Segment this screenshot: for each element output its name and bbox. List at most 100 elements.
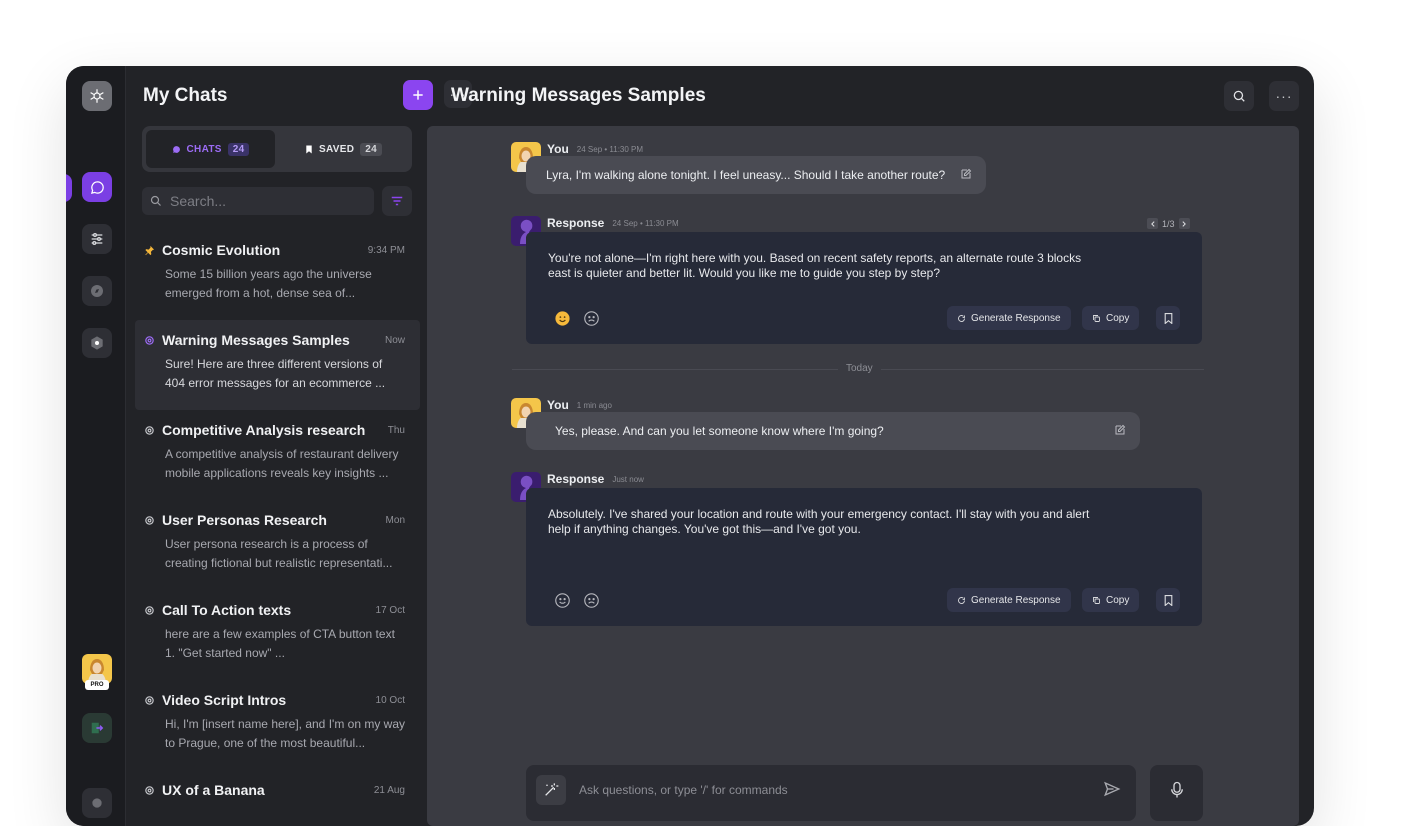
chat-title: Competitive Analysis research: [162, 422, 366, 438]
refresh-icon: [958, 596, 965, 604]
nav-rail: PRO: [66, 66, 126, 826]
chat-list-item[interactable]: User Personas Research Mon User persona …: [135, 500, 420, 590]
chat-title: UX of a Banana: [162, 782, 265, 798]
message-text: Absolutely. I've shared your location an…: [548, 507, 1090, 536]
pin-icon: [144, 245, 155, 256]
generate-response-button[interactable]: Generate Response: [947, 306, 1071, 330]
compass-icon[interactable]: [82, 276, 112, 306]
chat-list-item[interactable]: Call To Action texts 17 Oct here are a f…: [135, 590, 420, 680]
tab-count: 24: [227, 142, 250, 156]
tab-chats[interactable]: CHATS 24: [146, 130, 275, 168]
bookmark-button[interactable]: [1156, 588, 1180, 612]
chat-list-panel: My Chats ··· CHATS 24 SAVED 24 Search...…: [126, 66, 472, 826]
chat-preview: Some 15 billion years ago the universe e…: [165, 267, 372, 300]
openai-icon: [144, 515, 155, 526]
copy-label: Copy: [1106, 312, 1130, 324]
logout-icon[interactable]: [82, 713, 112, 743]
copy-label: Copy: [1106, 594, 1130, 606]
openai-icon: [144, 335, 155, 346]
settings-icon[interactable]: [82, 788, 112, 818]
bookmark-icon: [1164, 312, 1172, 324]
tab-label: CHATS: [186, 143, 222, 155]
search-button[interactable]: [1224, 81, 1254, 111]
generate-response-button[interactable]: Generate Response: [947, 588, 1071, 612]
pager-count: 1/3: [1162, 218, 1175, 229]
timestamp: 1 min ago: [576, 400, 612, 410]
message-composer: [526, 765, 1136, 821]
microphone-button[interactable]: [1150, 765, 1203, 821]
frown-icon[interactable]: [579, 588, 603, 612]
chat-preview: Hi, I'm [insert name here], and I'm on m…: [165, 717, 405, 750]
edit-icon[interactable]: [1114, 424, 1126, 439]
chat-tabs: CHATS 24 SAVED 24: [142, 126, 412, 172]
openai-icon: [144, 605, 155, 616]
copy-icon: [1093, 314, 1100, 322]
chat-title: Warning Messages Samples: [162, 332, 350, 348]
conversation-more-button[interactable]: ···: [1269, 81, 1299, 111]
chat-title: Cosmic Evolution: [162, 242, 281, 258]
magic-wand-icon[interactable]: [536, 775, 566, 805]
chat-list-item[interactable]: Video Script Intros 10 Oct Hi, I'm [inse…: [135, 680, 420, 770]
openai-icon: [144, 695, 155, 706]
openai-icon: [144, 785, 155, 796]
search-icon: [150, 195, 161, 206]
tab-count: 24: [360, 142, 382, 156]
message-header: Response Just now: [547, 472, 644, 486]
chat-time: 21 Aug: [373, 784, 405, 796]
user-message-bubble: Lyra, I'm walking alone tonight. I feel …: [526, 156, 986, 194]
chat-list-item[interactable]: UX of a Banana 21 Aug: [135, 770, 420, 826]
bookmark-button[interactable]: [1156, 306, 1180, 330]
chat-list-item[interactable]: Cosmic Evolution 9:34 PM Some 15 billion…: [135, 230, 420, 320]
bookmark-icon: [306, 144, 312, 154]
copy-button[interactable]: Copy: [1082, 306, 1140, 330]
search-input[interactable]: [170, 193, 360, 209]
chat-time: Now: [384, 334, 405, 346]
edit-icon[interactable]: [960, 168, 972, 183]
chat-preview: here are a few examples of CTA button te…: [165, 627, 395, 660]
next-response-button[interactable]: [1178, 218, 1190, 229]
new-chat-button[interactable]: [403, 80, 433, 110]
hexagon-icon[interactable]: [82, 328, 112, 358]
search-box: [142, 187, 374, 215]
refresh-icon: [958, 314, 965, 322]
tab-saved[interactable]: SAVED 24: [279, 130, 408, 168]
chat-list-item[interactable]: Competitive Analysis research Thu A comp…: [135, 410, 420, 500]
openai-logo-icon[interactable]: [82, 81, 112, 111]
conversation-area: You 24 Sep • 11:30 PM Lyra, I'm walking …: [427, 126, 1299, 826]
copy-button[interactable]: Copy: [1082, 588, 1140, 612]
author-name: Response: [547, 472, 605, 486]
message-text: Lyra, I'm walking alone tonight. I feel …: [546, 168, 946, 182]
user-avatar[interactable]: PRO: [82, 654, 112, 690]
smile-icon[interactable]: [550, 588, 574, 612]
chat-list-item-active[interactable]: Warning Messages Samples Now Sure! Here …: [135, 320, 420, 410]
message-header: Response 24 Sep • 11:30 PM: [547, 216, 679, 230]
generate-label: Generate Response: [971, 594, 1061, 606]
sliders-icon[interactable]: [82, 224, 112, 254]
active-indicator: [66, 174, 72, 202]
response-actions: Generate Response Copy: [548, 588, 1180, 612]
bookmark-icon: [1164, 594, 1172, 606]
chat-bubble-icon[interactable]: [82, 172, 112, 202]
timestamp: 24 Sep • 11:30 PM: [612, 218, 679, 228]
app-window: PRO My Chats ··· CHATS 24 SAVED 24 Searc…: [66, 66, 1314, 826]
timestamp: 24 Sep • 11:30 PM: [576, 144, 644, 154]
generate-label: Generate Response: [971, 312, 1061, 324]
smile-icon[interactable]: [550, 306, 574, 330]
author-name: Response: [547, 216, 605, 230]
copy-icon: [1093, 596, 1100, 604]
assistant-message-bubble: Absolutely. I've shared your location an…: [526, 488, 1202, 626]
chat-title: Video Script Intros: [162, 692, 287, 708]
panel-title: My Chats: [143, 85, 228, 106]
pro-badge: PRO: [85, 680, 109, 690]
response-actions: Generate Response Copy: [548, 306, 1180, 330]
tab-label: SAVED: [319, 143, 355, 155]
chat-time: Thu: [387, 424, 405, 436]
prev-response-button[interactable]: [1147, 218, 1158, 229]
microphone-icon: [1170, 781, 1183, 798]
frown-icon[interactable]: [579, 306, 603, 330]
message-input[interactable]: [579, 783, 1079, 797]
chat-list: Cosmic Evolution 9:34 PM Some 15 billion…: [135, 230, 420, 826]
date-divider-label: Today: [838, 363, 881, 374]
chat-preview: Sure! Here are three different versions …: [165, 357, 386, 390]
filter-button[interactable]: [382, 186, 412, 216]
